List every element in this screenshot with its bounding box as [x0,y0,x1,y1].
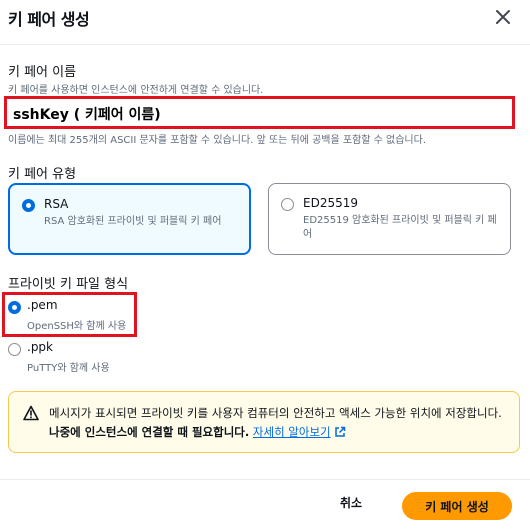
alert-message: 메시지가 표시되면 프라이빗 키를 사용자 컴퓨터의 안전하고 액세스 가능한 … [49,404,505,442]
key-type-option-ed25519[interactable]: ED25519 ED25519 암호화된 프라이빗 및 퍼블릭 키 페어 [268,183,511,255]
modal-header: 키 페어 생성 [0,0,530,34]
header-divider [0,44,530,45]
key-name-label: 키 페어 이름 [8,65,77,80]
file-format-label: 프라이빗 키 파일 형식 [8,277,129,292]
ed25519-option-name: ED25519 [303,196,358,210]
warning-icon [23,405,39,421]
ed25519-radio[interactable] [281,198,294,211]
key-name-input[interactable]: sshKey ( 키페어 이름) [4,96,515,129]
key-type-label: 키 페어 유형 [8,167,77,182]
rsa-option-description: RSA 암호화된 프라이빗 및 퍼블릭 키 페어 [44,216,222,227]
footer-divider [0,479,530,480]
key-name-hint: 이름에는 최대 255개의 ASCII 문자를 포함할 수 있습니다. 앞 또는… [8,135,427,146]
alert-bold-text: 나중에 인스턴스에 연결할 때 필요합니다. [49,425,250,439]
key-type-option-rsa[interactable]: RSA RSA 암호화된 프라이빗 및 퍼블릭 키 페어 [8,183,251,255]
close-icon[interactable] [494,8,512,26]
alert-text: 메시지가 표시되면 프라이빗 키를 사용자 컴퓨터의 안전하고 액세스 가능한 … [49,406,502,420]
modal-title: 키 페어 생성 [8,10,90,29]
cancel-button[interactable]: 취소 [340,494,362,511]
create-key-pair-button[interactable]: 키 페어 생성 [402,492,512,520]
rsa-radio[interactable] [22,199,35,212]
warning-alert: 메시지가 표시되면 프라이빗 키를 사용자 컴퓨터의 안전하고 액세스 가능한 … [8,391,520,453]
key-name-value: sshKey ( 키페어 이름) [13,107,161,123]
ed25519-option-description: ED25519 암호화된 프라이빗 및 퍼블릭 키 페어 [303,215,497,240]
key-name-description: 키 페어를 사용하면 인스턴스에 안전하게 연결할 수 있습니다. [8,85,264,96]
external-link-icon[interactable] [334,425,346,437]
ppk-option-description: PuTTY와 함께 사용 [27,363,110,374]
rsa-option-name: RSA [44,197,69,211]
pem-highlight-box [2,292,137,337]
learn-more-link[interactable]: 자세히 알아보기 [253,425,331,439]
ppk-radio[interactable] [8,343,21,356]
ppk-option-name: .ppk [27,340,53,354]
